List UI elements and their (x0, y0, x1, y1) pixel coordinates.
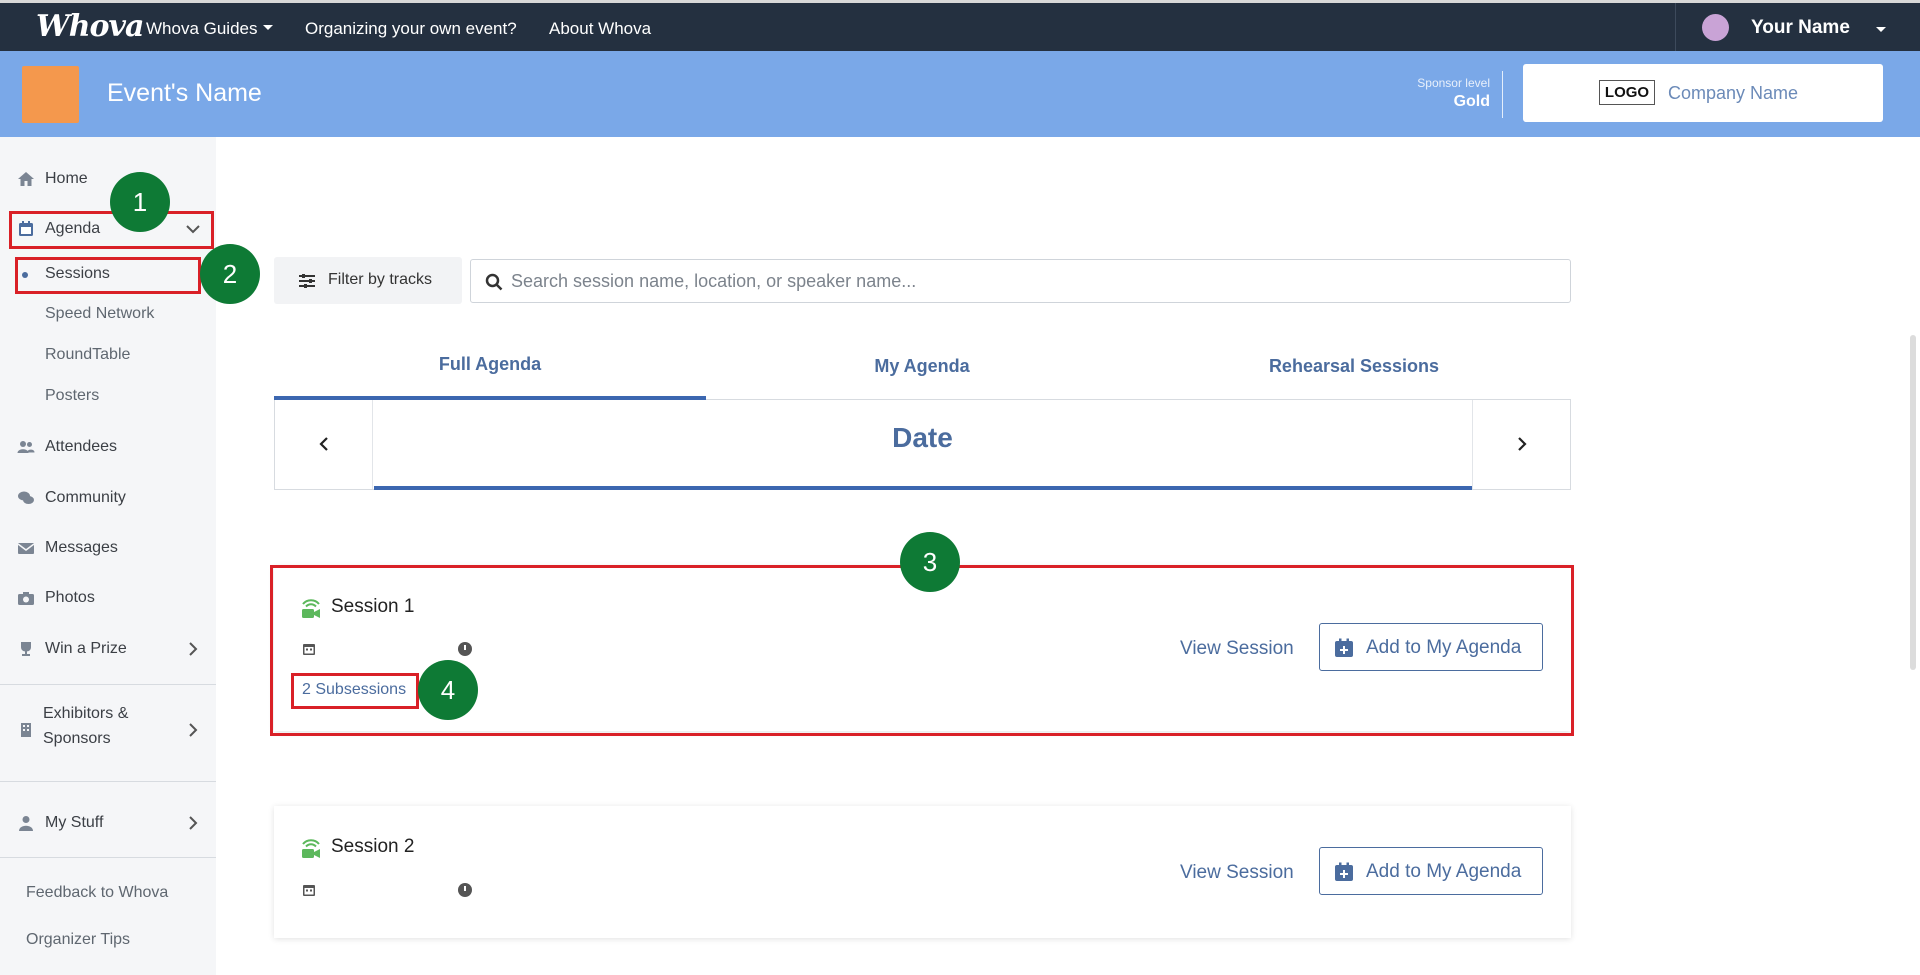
feedback-link[interactable]: Feedback to Whova (26, 884, 168, 902)
session-title[interactable]: Session 2 (331, 836, 414, 858)
chevron-right-icon (1517, 437, 1527, 451)
add-button-label: Add to My Agenda (1366, 861, 1522, 882)
filter-label: Filter by tracks (328, 271, 433, 288)
sidebar-item-messages[interactable]: Messages (0, 530, 216, 566)
user-divider (1675, 3, 1676, 51)
nav-whova-guides[interactable]: Whova Guides (146, 19, 273, 39)
annotation-box-agenda (9, 211, 214, 249)
live-video-icon (302, 839, 320, 858)
sponsor-level-value: Gold (1453, 93, 1490, 110)
sidebar-item-attendees[interactable]: Attendees (0, 429, 216, 465)
sidebar-item-label: Win a Prize (45, 640, 127, 657)
sidebar-item-roundtable[interactable]: RoundTable (45, 346, 130, 364)
envelope-icon (17, 543, 35, 554)
chevron-right-icon (189, 723, 198, 737)
tab-my-agenda[interactable]: My Agenda (706, 356, 1138, 377)
sidebar-divider (0, 684, 216, 685)
user-name[interactable]: Your Name (1751, 17, 1850, 39)
view-session-link[interactable]: View Session (1180, 862, 1294, 884)
page-scrollbar[interactable] (1910, 335, 1916, 670)
chevron-right-icon (189, 642, 198, 656)
sliders-icon (299, 274, 315, 288)
search-icon (485, 273, 503, 291)
sidebar-item-posters[interactable]: Posters (45, 387, 99, 405)
chevron-left-icon (318, 437, 328, 451)
attendees-icon (17, 441, 35, 453)
sidebar-item-label: Home (45, 170, 88, 187)
event-banner: Event's Name Sponsor level Gold LOGO Com… (0, 51, 1920, 137)
event-name: Event's Name (107, 79, 262, 107)
sidebar-item-label: Photos (45, 589, 95, 606)
whova-logo[interactable]: Whova (36, 9, 144, 44)
company-card[interactable]: LOGO Company Name (1523, 64, 1883, 122)
date-title: Date (892, 422, 953, 453)
trophy-icon (21, 642, 31, 656)
sidebar-item-label: Attendees (45, 438, 118, 455)
tab-full-agenda[interactable]: Full Agenda (274, 354, 706, 375)
clock-icon (458, 883, 472, 897)
sidebar-item-speed-network[interactable]: Speed Network (45, 305, 154, 323)
chat-icon (18, 491, 34, 504)
sponsor-level-label: Sponsor level (1417, 76, 1490, 90)
search-input[interactable] (511, 268, 1551, 294)
sidebar-item-label: Messages (45, 539, 118, 556)
calendar-icon (303, 885, 315, 896)
filter-by-tracks-button[interactable]: Filter by tracks (274, 257, 462, 304)
nav-about-whova[interactable]: About Whova (549, 19, 651, 39)
session-search[interactable] (470, 259, 1571, 303)
sidebar-divider (0, 781, 216, 782)
sidebar-item-photos[interactable]: Photos (0, 580, 216, 616)
nav-whova-guides-label: Whova Guides (146, 19, 258, 38)
banner-divider (1502, 71, 1503, 118)
company-name: Company Name (1668, 83, 1799, 103)
annotation-badge-3: 3 (900, 532, 960, 592)
chevron-right-icon (189, 816, 198, 830)
sidebar-item-my-stuff[interactable]: My Stuff (0, 805, 216, 841)
sidebar-item-exhibitors[interactable]: Exhibitors & Sponsors (0, 702, 216, 758)
sidebar-item-label: Community (45, 489, 126, 506)
date-selector: Date (274, 400, 1571, 490)
sidebar-item-win-a-prize[interactable]: Win a Prize (0, 631, 216, 667)
nav-organizing-event[interactable]: Organizing your own event? (305, 19, 517, 39)
home-icon (18, 172, 34, 186)
prev-date-button[interactable] (275, 400, 373, 489)
company-logo: LOGO (1599, 80, 1655, 105)
sidebar-item-home[interactable]: Home (0, 161, 216, 197)
annotation-box-sessions (15, 257, 201, 294)
next-date-button[interactable] (1472, 400, 1570, 489)
camera-icon (18, 592, 34, 605)
sidebar-item-label: My Stuff (45, 814, 104, 831)
session-card[interactable]: Session 2 View Session Add to My Agenda (274, 806, 1571, 938)
date-underline (374, 486, 1472, 490)
user-menu-caret-icon[interactable] (1876, 27, 1886, 32)
building-icon (21, 723, 31, 737)
organizer-tips-link[interactable]: Organizer Tips (26, 931, 130, 949)
top-navbar: Whova Whova Guides Organizing your own e… (0, 0, 1920, 51)
sidebar-item-label: Exhibitors & (43, 705, 129, 722)
annotation-box-subsessions (291, 673, 419, 709)
tab-rehearsal-sessions[interactable]: Rehearsal Sessions (1138, 356, 1570, 377)
calendar-plus-icon (1335, 862, 1353, 881)
agenda-tabs: Full Agenda My Agenda Rehearsal Sessions (274, 344, 1571, 400)
add-to-my-agenda-button[interactable]: Add to My Agenda (1319, 847, 1543, 895)
annotation-badge-1: 1 (110, 172, 170, 232)
event-logo (22, 66, 79, 123)
annotation-badge-4: 4 (418, 660, 478, 720)
avatar[interactable] (1702, 14, 1729, 41)
sidebar-item-label: Sponsors (43, 730, 111, 747)
sidebar-item-community[interactable]: Community (0, 480, 216, 516)
sidebar-divider (0, 857, 216, 858)
caret-down-icon (262, 25, 273, 31)
annotation-badge-2: 2 (200, 244, 260, 304)
user-icon (19, 816, 33, 831)
